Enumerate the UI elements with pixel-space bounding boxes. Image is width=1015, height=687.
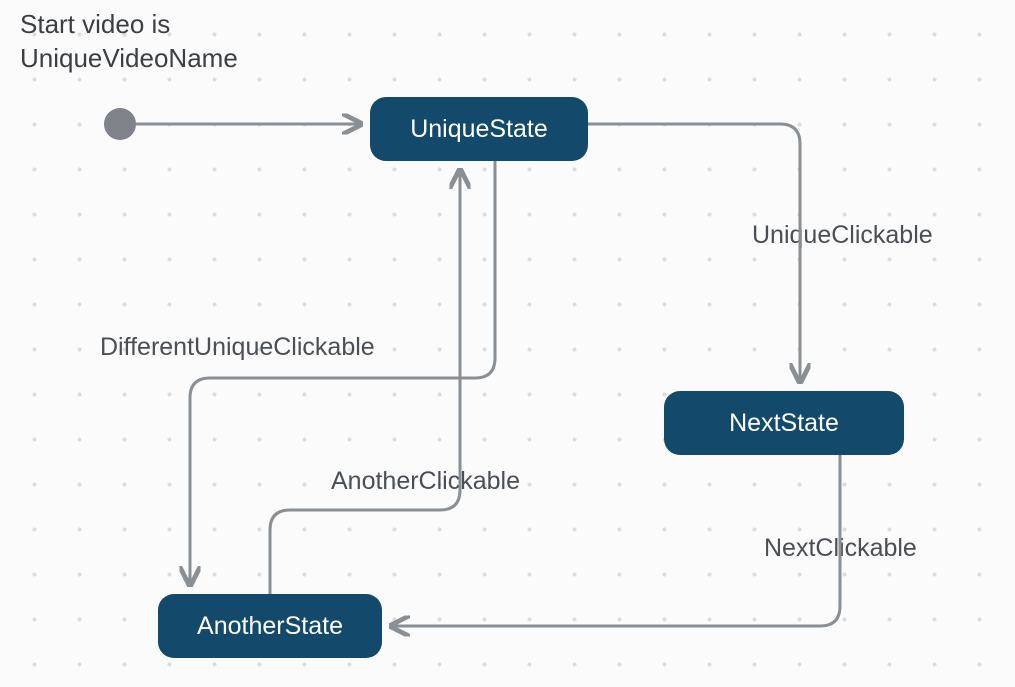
edge-label-different-unique-clickable: DifferentUniqueClickable (100, 333, 375, 362)
state-unique-label: UniqueState (410, 115, 548, 144)
start-node-icon (104, 108, 136, 140)
state-another: AnotherState (158, 594, 382, 658)
state-next-label: NextState (729, 409, 839, 438)
diagram-canvas: Start video is UniqueVideoName UniqueSta… (0, 0, 1015, 687)
title-line1: Start video is (20, 9, 170, 39)
edge-label-another-clickable: AnotherClickable (331, 467, 520, 496)
edge-label-unique-clickable: UniqueClickable (752, 221, 933, 250)
state-unique: UniqueState (370, 97, 588, 161)
edge-label-next-clickable: NextClickable (764, 534, 917, 563)
title-line2: UniqueVideoName (20, 43, 238, 73)
diagram-title: Start video is UniqueVideoName (20, 8, 238, 76)
state-next: NextState (664, 391, 904, 455)
state-another-label: AnotherState (197, 612, 343, 641)
